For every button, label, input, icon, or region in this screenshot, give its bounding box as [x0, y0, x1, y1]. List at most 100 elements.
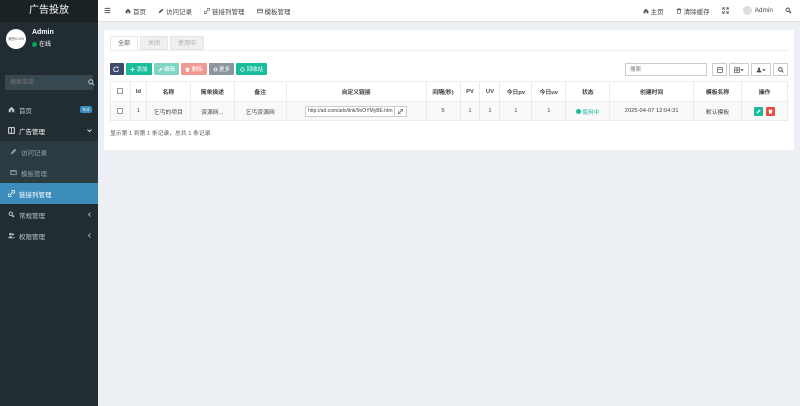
avatar [742, 6, 752, 15]
refresh-button[interactable] [110, 63, 124, 75]
search-icon[interactable] [88, 75, 95, 90]
filter-tab-active[interactable]: 使用中 [170, 36, 205, 50]
sidebar-item-permissions[interactable]: 权限管理 [0, 225, 98, 246]
links-table: Id 名称 简单描述 备注 自定义链接 间隔(秒) PV UV 今日pv 今日u… [110, 81, 789, 121]
link-icon [8, 190, 19, 197]
table-tools [625, 63, 788, 76]
clear-cache-button[interactable]: 清除缓存 [670, 0, 716, 22]
user-status: 在线 [32, 39, 51, 48]
cell-today-pv: 1 [499, 101, 532, 121]
column-header[interactable]: Id [129, 81, 147, 102]
cell-template: 默认模板 [693, 101, 742, 121]
sidebar-item-templates[interactable]: 模板管理 [0, 162, 98, 183]
tab-label: 首页 [133, 8, 146, 16]
sidebar-item-label: 常规管理 [19, 212, 45, 220]
select-all-checkbox[interactable] [117, 88, 124, 95]
cell-pv: 1 [459, 101, 480, 121]
pencil-icon [10, 148, 21, 155]
online-dot-icon [32, 41, 37, 47]
user-filter-dropdown[interactable] [751, 63, 771, 76]
tab-label: 链接列管理 [212, 8, 245, 16]
sidebar-nav: 首页 hot 广告管理 访问记录 模板管理 链接列管理 常规管理 权限管理 [0, 99, 98, 246]
user-menu[interactable]: Admin [737, 0, 779, 22]
tab-templates[interactable]: 模板管理 [251, 0, 297, 22]
user-status-label: 在线 [39, 42, 52, 48]
tab-links[interactable]: 链接列管理 [198, 0, 251, 22]
cell-remark: 乞丐资源网 [233, 101, 287, 121]
divider [110, 50, 788, 51]
edit-button[interactable]: 编辑 [153, 63, 180, 75]
tab-label: 模板管理 [264, 8, 291, 16]
filter-tab-all[interactable]: 全部 [110, 36, 139, 50]
column-header[interactable]: 今日uv [531, 81, 566, 102]
row-checkbox[interactable] [117, 107, 124, 114]
more-button[interactable]: 更多 [208, 63, 235, 75]
delete-button[interactable]: 删除 [181, 63, 207, 75]
edit-button-label: 编辑 [164, 67, 176, 73]
column-header: 操作 [740, 81, 789, 102]
grid-icon [8, 127, 19, 134]
column-header[interactable]: 备注 [233, 81, 287, 102]
sidebar-item-ads[interactable]: 广告管理 [0, 120, 98, 141]
column-header[interactable]: 模板名称 [693, 81, 742, 102]
column-header[interactable]: 今日pv [499, 81, 532, 102]
menu-toggle-icon[interactable] [98, 0, 119, 22]
custom-link-field [305, 105, 408, 117]
column-header[interactable]: PV [459, 81, 480, 102]
sidebar: 广告投放 我的ICON Admin 在线 首页 hot 广告管理 访问记录 模板… [0, 0, 98, 406]
sidebar-search-input[interactable] [5, 75, 88, 90]
column-header[interactable]: 创建时间 [609, 81, 694, 102]
column-header[interactable]: 间隔(秒) [425, 81, 460, 102]
filter-tab-closed[interactable]: 关闭 [140, 36, 169, 50]
recycle-bin-button[interactable]: 回收站 [236, 63, 268, 75]
sidebar-item-label: 访问记录 [21, 149, 47, 157]
columns-dropdown[interactable] [729, 63, 749, 76]
cell-link [285, 101, 427, 121]
sidebar-item-links[interactable]: 链接列管理 [0, 183, 98, 204]
sidebar-item-label: 模板管理 [21, 170, 47, 178]
table-search-input[interactable] [625, 63, 707, 76]
table-row[interactable]: 1 乞丐的项目 资源网... 乞丐资源网 5 1 1 1 1 使用中 [110, 101, 789, 121]
cell-name: 乞丐的项目 [145, 101, 191, 121]
column-header[interactable]: UV [479, 81, 500, 102]
user-panel: 我的ICON Admin 在线 [0, 27, 98, 57]
sidebar-item-visits[interactable]: 访问记录 [0, 141, 98, 162]
column-header[interactable]: 状态 [565, 81, 610, 102]
cell-created: 2025-04-07 12:04:31 [609, 101, 694, 121]
top-header: 首页 访问记录 链接列管理 模板管理 主页 清除缓存 Admin [98, 0, 800, 22]
add-button-label: 添加 [136, 67, 148, 73]
cell-uv: 1 [479, 101, 500, 121]
home-icon [125, 8, 131, 13]
hot-badge: hot [79, 106, 92, 113]
column-header[interactable]: 自定义链接 [285, 81, 427, 102]
column-header[interactable]: 名称 [145, 81, 191, 102]
users-icon [8, 232, 19, 239]
home-link[interactable]: 主页 [637, 0, 670, 22]
gear-icon[interactable] [779, 0, 800, 22]
pencil-icon [158, 67, 163, 71]
row-edit-button[interactable] [753, 106, 763, 116]
custom-link-input[interactable] [306, 106, 395, 116]
avatar: 我的ICON [6, 29, 26, 49]
content-panel: 全部 关闭 使用中 添加 编辑 删除 更多 回收站 搜索 Id 名称 简单描述 … [104, 30, 794, 150]
user-menu-label: Admin [754, 7, 773, 14]
user-name: Admin [32, 29, 54, 36]
fullscreen-icon[interactable] [716, 0, 737, 22]
sidebar-item-general[interactable]: 常规管理 [0, 204, 98, 225]
row-delete-button[interactable] [766, 106, 776, 116]
search-button[interactable] [773, 63, 788, 76]
add-button[interactable]: 添加 [126, 63, 152, 75]
search-icon [777, 66, 784, 73]
app-logo[interactable]: 广告投放 [0, 0, 98, 22]
sidebar-item-home[interactable]: 首页 hot [0, 99, 98, 120]
more-button-label: 更多 [219, 67, 231, 73]
filter-tabs: 全部 关闭 使用中 [110, 36, 206, 50]
sidebar-item-label: 广告管理 [19, 128, 45, 136]
tab-home[interactable]: 首页 [119, 0, 152, 22]
tab-visits[interactable]: 访问记录 [152, 0, 198, 22]
refresh-icon [113, 66, 120, 72]
copy-link-icon[interactable] [394, 106, 407, 116]
export-button[interactable] [712, 63, 727, 76]
column-header[interactable]: 简单描述 [189, 81, 235, 102]
recycle-bin-label: 回收站 [246, 67, 264, 73]
